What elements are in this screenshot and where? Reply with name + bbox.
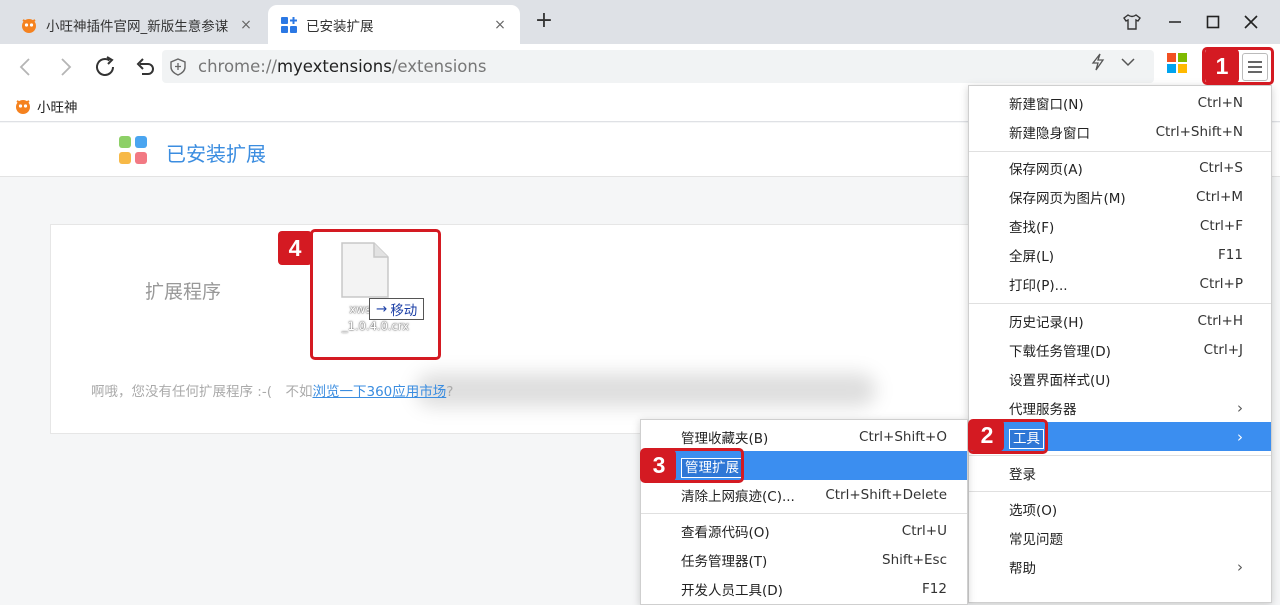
tab-extensions[interactable]: 已安装扩展 × [268,5,520,44]
skin-icon[interactable] [1118,8,1146,36]
xiaowangshen-favicon-icon [22,18,36,33]
chevron-right-icon: › [1237,557,1243,576]
section-label: 扩展程序 [145,281,222,303]
menu-item-history[interactable]: 历史记录(H) Ctrl+H [969,306,1271,335]
apps-icon[interactable] [1166,52,1188,74]
menu-item-print[interactable]: 打印(P)... Ctrl+P [969,269,1271,298]
url-host: myextensions [276,57,392,76]
menu-item-find[interactable]: 查找(F) Ctrl+F [969,211,1271,240]
page-title: 已安装扩展 [166,142,266,166]
menu-item-save-image[interactable]: 保存网页为图片(M) Ctrl+M [969,182,1271,211]
step-4-badge: 4 [278,231,312,265]
step-1-badge: 1 [1205,49,1239,83]
bookmark-label: 小旺神 [37,100,78,116]
menu-item-incognito[interactable]: 新建隐身窗口 Ctrl+Shift+N [969,117,1271,146]
reload-icon[interactable] [91,53,119,81]
back-icon[interactable] [11,53,39,81]
chevron-down-icon[interactable] [1118,52,1138,72]
tab-xiaowangshen[interactable]: 小旺神插件官网_新版生意参谋 × [8,5,266,44]
menu-item-appearance[interactable]: 设置界面样式(U) [969,364,1271,393]
url-path: /extensions [391,57,487,76]
address-bar[interactable]: chrome://myextensions/extensions [162,50,1154,83]
shield-icon[interactable] [170,57,194,76]
tools-submenu: 管理收藏夹(B) Ctrl+Shift+O 管理扩展 清除上网痕迹(C)... Ct… [640,419,968,605]
submenu-item-view-source[interactable]: 查看源代码(O) Ctrl+U [641,516,967,545]
menu-separator [969,303,1271,304]
step-3-badge: 3 [642,450,676,481]
menu-separator [969,151,1271,152]
main-menu: 新建窗口(N) Ctrl+N 新建隐身窗口 Ctrl+Shift+N 保存网页(A)… [968,85,1272,603]
toolbar: chrome://myextensions/extensions [0,44,1280,90]
lightning-icon[interactable] [1088,52,1108,72]
close-icon[interactable] [1237,8,1265,36]
menu-item-help[interactable]: 帮助 › [969,552,1271,581]
empty-message: 啊哦，您没有任何扩展程序 :-( 不如浏览一下360应用市场? [91,380,453,400]
tab-title: 小旺神插件官网_新版生意参谋 [46,18,229,35]
menu-item-downloads[interactable]: 下载任务管理(D) Ctrl+J [969,335,1271,364]
submenu-item-bookmarks[interactable]: 管理收藏夹(B) Ctrl+Shift+O [641,422,967,451]
chevron-right-icon: › [1237,398,1243,417]
tab-close-icon[interactable]: × [238,17,254,33]
menu-item-fullscreen[interactable]: 全屏(L) F11 [969,240,1271,269]
maximize-icon[interactable] [1199,8,1227,36]
menu-item-save-page[interactable]: 保存网页(A) Ctrl+S [969,153,1271,182]
tab-close-icon[interactable]: × [492,17,508,33]
tab-title: 已安装扩展 [306,18,374,35]
empty-suffix: ? [446,384,454,400]
empty-text: 啊哦，您没有任何扩展程序 :-( 不如 [91,384,313,400]
tab-strip: 小旺神插件官网_新版生意参谋 × 已安装扩展 × + [0,0,1280,44]
drag-shadow [416,373,876,407]
menu-item-faq[interactable]: 常见问题 [969,523,1271,552]
submenu-item-task-manager[interactable]: 任务管理器(T) Shift+Esc [641,545,967,574]
extensions-logo-icon [119,136,147,164]
menu-item-options[interactable]: 选项(O) [969,494,1271,523]
menu-item-proxy[interactable]: 代理服务器 › [969,393,1271,422]
new-tab-button[interactable]: + [532,10,556,34]
menu-item-login[interactable]: 登录 [969,458,1271,487]
menu-separator [641,513,967,514]
menu-separator [969,455,1271,456]
step-2-badge: 2 [970,420,1004,451]
xiaowangshen-icon [16,100,30,114]
extensions-card: 扩展程序 啊哦，您没有任何扩展程序 :-( 不如浏览一下360应用市场? [50,224,1040,434]
menu-separator [969,491,1271,492]
extensions-favicon-icon [281,16,297,33]
submenu-item-devtools[interactable]: 开发人员工具(D) F12 [641,574,967,603]
undo-icon[interactable] [131,53,159,81]
bookmark-xiaowangshen[interactable]: 小旺神 [14,96,78,116]
forward-icon[interactable] [52,53,80,81]
submenu-item-clear-history[interactable]: 清除上网痕迹(C)... Ctrl+Shift+Delete [641,480,967,509]
url-scheme: chrome:// [198,57,277,76]
menu-item-new-window[interactable]: 新建窗口(N) Ctrl+N [969,88,1271,117]
minimize-icon[interactable] [1161,8,1189,36]
chevron-right-icon: › [1237,427,1243,446]
step-4-highlight [310,229,441,360]
app-market-link[interactable]: 浏览一下360应用市场 [312,384,446,400]
